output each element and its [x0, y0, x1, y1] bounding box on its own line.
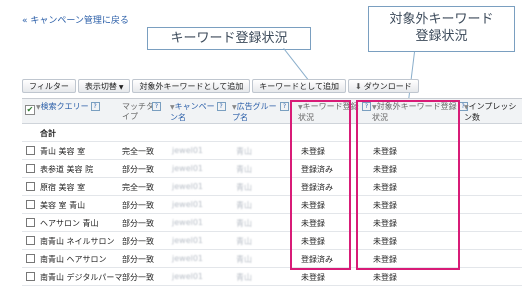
row-checkbox[interactable]: [26, 146, 35, 155]
adgroup-cell[interactable]: 青山: [236, 218, 252, 229]
download-label: ダウンロード: [363, 82, 412, 91]
adgroup-cell[interactable]: 青山: [236, 236, 252, 247]
match-type-help[interactable]: ?: [150, 102, 161, 112]
match-type-cell: 部分一致: [122, 219, 154, 228]
query-cell: 南青山 デジタルパーマ: [40, 273, 123, 282]
download-button[interactable]: ⬇ ダウンロード: [348, 79, 419, 93]
query-cell: ヘアサロン 青山: [40, 219, 99, 228]
match-type-cell: 完全一致: [122, 147, 154, 156]
campaign-cell[interactable]: jewel01: [172, 164, 203, 173]
match-type-cell: 部分一致: [122, 255, 154, 264]
match-type-cell: 完全一致: [122, 183, 154, 192]
campaign-cell[interactable]: jewel01: [172, 200, 203, 209]
adgroup-header-line1: 広告グルー: [236, 102, 277, 111]
campaign-cell[interactable]: jewel01: [172, 254, 203, 263]
add-as-excluded-keyword-button[interactable]: 対象外キーワードとして追加: [132, 79, 251, 93]
table-row[interactable]: 南青山 デジタルパーマ 部分一致 jewel01 青山 未登録 未登録: [22, 268, 522, 286]
campaign-cell[interactable]: jewel01: [172, 182, 203, 191]
excluded-callout-line1: 対象外キーワード: [389, 12, 494, 27]
adgroup-help[interactable]: ?: [278, 102, 289, 112]
excluded-keyword-status-highlight-box: [356, 100, 460, 270]
row-checkbox[interactable]: [26, 164, 35, 173]
impressions-header-line1: インプレッシ: [468, 102, 517, 111]
keyword-status-callout: キーワード登録状況: [147, 27, 311, 50]
adgroup-cell[interactable]: 青山: [236, 182, 252, 193]
view-toggle-button[interactable]: 表示切替 ▼: [77, 79, 131, 93]
campaign-cell[interactable]: jewel01: [172, 236, 203, 245]
match-type-cell: 部分一致: [122, 237, 154, 246]
adgroup-cell[interactable]: 青山: [236, 164, 252, 175]
row-checkbox[interactable]: [26, 218, 35, 227]
row-checkbox[interactable]: [26, 236, 35, 245]
callout-pointer-status: [283, 48, 310, 82]
add-as-keyword-button[interactable]: キーワードとして追加: [252, 79, 346, 93]
keyword-status-callout-text: キーワード登録状況: [170, 31, 288, 46]
download-icon: ⬇: [355, 82, 362, 91]
help-icon[interactable]: ?: [90, 102, 100, 111]
query-cell: 南青山 ヘアサロン: [40, 255, 107, 264]
help-icon: ?: [280, 102, 289, 111]
column-header-campaign[interactable]: ▼キャンペー? ン名: [170, 102, 226, 123]
adgroup-header-line2: プ名: [232, 113, 248, 122]
caret-down-icon: ▼: [118, 84, 124, 91]
campaign-cell[interactable]: jewel01: [172, 146, 203, 155]
callout-pointer-excluded: [407, 51, 415, 102]
excluded-callout-line2: 登録状況: [415, 29, 468, 44]
query-cell: 原宿 美容 室: [40, 183, 86, 192]
query-cell: 表参道 美容 院: [40, 165, 94, 174]
column-header-impressions[interactable]: ▼インプレッシ ン数: [464, 102, 516, 123]
filter-label: フィルター: [29, 82, 69, 91]
campaign-header-line1: キャンペー: [174, 102, 215, 111]
excluded-keyword-status-callout: 対象外キーワード 登録状況: [368, 6, 515, 52]
add-keyword-label: キーワードとして追加: [259, 82, 339, 91]
add-excluded-label: 対象外キーワードとして追加: [139, 82, 244, 91]
help-icon: ?: [152, 102, 161, 111]
campaign-cell[interactable]: jewel01: [172, 218, 203, 227]
impressions-header-line2: ン数: [464, 113, 480, 122]
match-type-cell: 部分一致: [122, 165, 154, 174]
row-checkbox[interactable]: [26, 254, 35, 263]
match-type-cell: 部分一致: [122, 201, 154, 210]
toolbar: フィルター 表示切替 ▼ 対象外キーワードとして追加 キーワードとして追加 ⬇ ダウ…: [22, 79, 421, 94]
match-type-header-line2: イプ: [122, 112, 138, 121]
column-header-adgroup[interactable]: ▼広告グルー プ名: [232, 102, 277, 123]
total-label: 合計: [40, 129, 56, 138]
campaign-header-line2: ン名: [170, 113, 186, 122]
adgroup-cell[interactable]: 青山: [236, 146, 252, 157]
query-cell: 青山 美容 室: [40, 147, 86, 156]
query-cell: 南青山 ネイルサロン: [40, 237, 115, 246]
back-to-campaign-management-link[interactable]: « キャンペーン管理に戻る: [22, 13, 129, 26]
select-all-checkbox[interactable]: ✔: [25, 105, 35, 115]
excluded-keyword-status-cell: 未登録: [373, 273, 397, 282]
view-toggle-label: 表示切替: [84, 82, 117, 91]
filter-button[interactable]: フィルター: [22, 79, 76, 93]
query-cell: 美容 室 青山: [40, 201, 86, 210]
help-icon: ?: [216, 102, 226, 111]
row-checkbox[interactable]: [26, 200, 35, 209]
query-header-label: 検索クエリー: [40, 102, 89, 111]
keyword-status-highlight-box: [290, 100, 351, 270]
column-header-query[interactable]: ▼検索クエリー?: [36, 102, 100, 113]
adgroup-cell[interactable]: 青山: [236, 200, 252, 211]
adgroup-cell[interactable]: 青山: [236, 254, 252, 265]
match-type-cell: 部分一致: [122, 273, 154, 282]
adgroup-cell[interactable]: 青山: [236, 272, 252, 283]
row-checkbox[interactable]: [26, 182, 35, 191]
keyword-status-cell: 未登録: [301, 273, 325, 282]
